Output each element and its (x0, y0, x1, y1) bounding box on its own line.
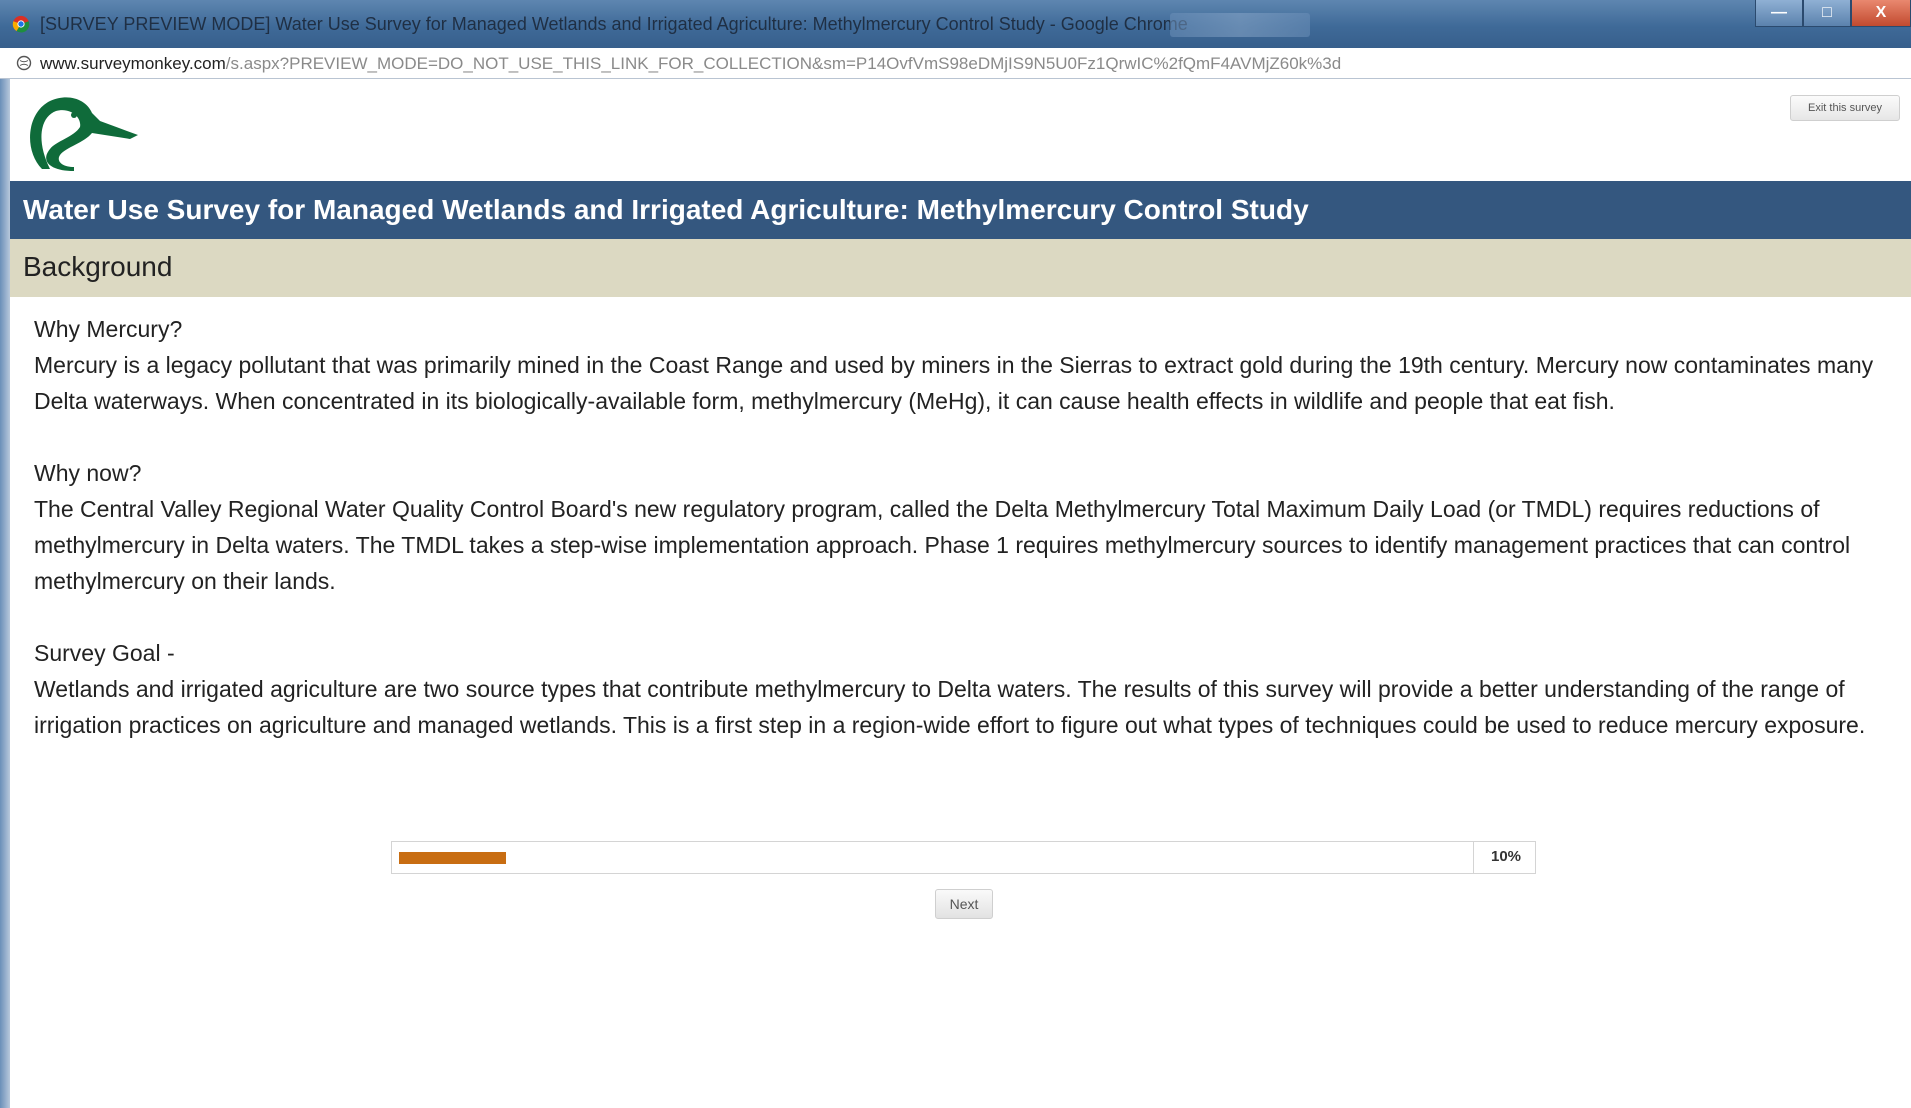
window-controls: — □ X (1755, 0, 1911, 30)
survey-content: Why Mercury? Mercury is a legacy polluta… (34, 311, 1884, 779)
section-body: The Central Valley Regional Water Qualit… (34, 496, 1851, 594)
minimize-button[interactable]: — (1755, 0, 1803, 27)
browser-window: [SURVEY PREVIEW MODE] Water Use Survey f… (0, 0, 1911, 1108)
window-left-border (0, 79, 10, 1108)
title-bar: [SURVEY PREVIEW MODE] Water Use Survey f… (0, 0, 1911, 48)
maximize-button[interactable]: □ (1803, 0, 1851, 27)
progress-fill (399, 852, 506, 864)
duck-head-logo (30, 97, 139, 171)
window-title: [SURVEY PREVIEW MODE] Water Use Survey f… (40, 14, 1188, 34)
section-heading: Why now? (34, 460, 142, 486)
blurred-tabs (1170, 13, 1310, 37)
survey-title-bar: Water Use Survey for Managed Wetlands an… (10, 181, 1911, 239)
progress-label: 10% (1490, 848, 1522, 865)
exit-survey-button[interactable]: Exit this survey (1790, 95, 1900, 121)
section-heading: Survey Goal - (34, 640, 175, 666)
chrome-icon (12, 15, 30, 33)
section-heading: Why Mercury? (34, 316, 183, 342)
section-survey-goal: Survey Goal - Wetlands and irrigated agr… (34, 635, 1884, 743)
close-button[interactable]: X (1851, 0, 1911, 27)
progress-divider (1473, 842, 1474, 873)
url-host: www.surveymonkey.com (40, 54, 226, 73)
address-bar[interactable]: www.surveymonkey.com/s.aspx?PREVIEW_MODE… (0, 48, 1911, 79)
page-heading-bar: Background (10, 239, 1911, 297)
url-text[interactable]: www.surveymonkey.com/s.aspx?PREVIEW_MODE… (40, 54, 1341, 74)
next-button[interactable]: Next (935, 889, 993, 919)
survey-title: Water Use Survey for Managed Wetlands an… (23, 194, 1309, 225)
section-body: Wetlands and irrigated agriculture are t… (34, 676, 1866, 738)
section-why-mercury: Why Mercury? Mercury is a legacy polluta… (34, 311, 1884, 419)
section-body: Mercury is a legacy pollutant that was p… (34, 352, 1874, 414)
progress-track (399, 852, 1466, 864)
progress-bar: 10% (391, 841, 1536, 874)
page-heading: Background (23, 251, 173, 282)
page-info-icon[interactable] (16, 55, 32, 71)
section-why-now: Why now? The Central Valley Regional Wat… (34, 455, 1884, 599)
url-path: /s.aspx?PREVIEW_MODE=DO_NOT_USE_THIS_LIN… (225, 54, 1342, 73)
survey-page: Exit this survey Water Use Survey for Ma… (0, 79, 1911, 1108)
